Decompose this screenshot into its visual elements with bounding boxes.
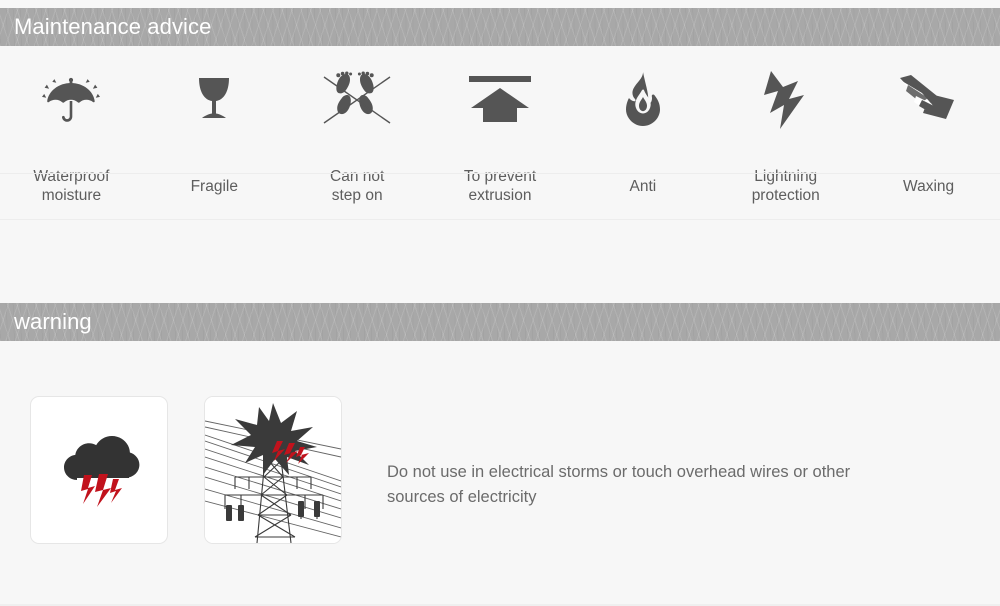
section-title-warning: warning [14, 309, 92, 334]
maintenance-item-fragile: Fragile [143, 46, 286, 218]
maintenance-icon-grid: Waterproof moisture Fragile Can not step… [0, 46, 1000, 218]
warning-content-row: Do not use in electrical storms or touch… [30, 396, 907, 544]
maintenance-label-waterproof: Waterproof moisture [33, 168, 110, 204]
maintenance-item-no-step: Can not step on [286, 46, 429, 218]
maintenance-label-anti: Anti [629, 177, 657, 195]
maintenance-item-anti: Anti [571, 46, 714, 218]
warning-image-card-storm [30, 396, 168, 544]
storm-cloud-lightning-icon [47, 418, 151, 522]
section-header-warning: warning [0, 303, 1000, 341]
maintenance-item-prevent-extrusion: To prevent extrusion [429, 46, 572, 218]
umbrella-rain-icon [0, 46, 143, 154]
warning-section-body: Do not use in electrical storms or touch… [0, 341, 1000, 606]
maintenance-label-lightning: Lightning protection [751, 168, 820, 204]
maintenance-item-waxing: Waxing [857, 46, 1000, 218]
maintenance-label-waxing: Waxing [903, 177, 955, 195]
warning-description-text: Do not use in electrical storms or touch… [387, 463, 851, 506]
icon-grid-divider-bottom [0, 219, 1000, 220]
hand-polish-wax-icon [857, 46, 1000, 154]
maintenance-label-prevent-extrusion: To prevent extrusion [463, 168, 537, 204]
maintenance-label-no-step: Can not step on [330, 168, 385, 204]
maintenance-item-lightning: Lightning protection [714, 46, 857, 218]
power-tower-explosion-icon [205, 397, 341, 543]
flame-icon [571, 46, 714, 154]
section-header-maintenance: Maintenance advice [0, 8, 1000, 46]
icon-grid-divider-top [0, 173, 1000, 174]
section-title-maintenance: Maintenance advice [14, 14, 212, 39]
no-step-footprints-icon [286, 46, 429, 154]
up-arrow-bar-icon [429, 46, 572, 154]
product-detail-page: Maintenance advice Waterproof moisture F… [0, 0, 1000, 606]
lightning-bolt-icon [714, 46, 857, 154]
maintenance-item-waterproof: Waterproof moisture [0, 46, 143, 218]
wine-glass-fragile-icon [143, 46, 286, 154]
warning-image-card-power-tower [204, 396, 342, 544]
maintenance-label-fragile: Fragile [190, 177, 238, 195]
